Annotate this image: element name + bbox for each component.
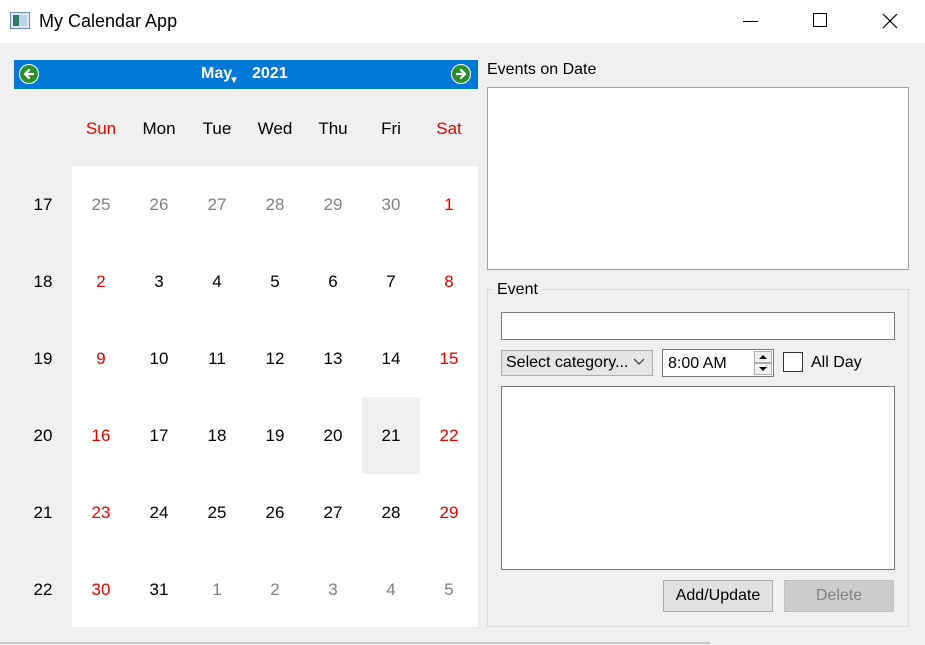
category-select[interactable]: Select category... xyxy=(501,350,653,376)
weekday-header: Wed xyxy=(257,119,293,138)
day-cell[interactable]: 1 xyxy=(420,166,478,243)
caret-up-icon xyxy=(759,355,767,359)
window-bottom-edge xyxy=(0,642,710,644)
day-cell[interactable]: 25 xyxy=(188,474,246,551)
event-group-title: Event xyxy=(493,281,542,299)
chevron-down-icon xyxy=(633,358,645,365)
day-cell[interactable]: 30 xyxy=(362,166,420,243)
minimize-icon xyxy=(743,21,758,22)
close-icon xyxy=(882,13,898,29)
day-grid: 25 26 27 28 29 30 1 2 3 4 5 6 7 8 9 10 1… xyxy=(72,166,478,627)
weekday-header: Thu xyxy=(318,119,348,138)
year-selector[interactable]: 2021 xyxy=(252,65,288,83)
day-cell[interactable]: 4 xyxy=(188,243,246,320)
weekday-header: Fri xyxy=(381,119,401,138)
weekday-header: Sun xyxy=(85,119,117,138)
day-cell[interactable]: 7 xyxy=(362,243,420,320)
week-number: 22 xyxy=(33,580,53,599)
day-cell[interactable]: 6 xyxy=(304,243,362,320)
day-cell[interactable]: 11 xyxy=(188,320,246,397)
day-cell[interactable]: 9 xyxy=(72,320,130,397)
calendar-grid: Sun Mon Tue Wed Thu Fri Sat 17 18 19 20 … xyxy=(14,89,478,627)
day-cell[interactable]: 29 xyxy=(304,166,362,243)
day-cell[interactable]: 8 xyxy=(420,243,478,320)
day-cell[interactable]: 3 xyxy=(304,551,362,628)
weekday-header: Sat xyxy=(436,119,462,138)
day-cell[interactable]: 24 xyxy=(130,474,188,551)
spin-up-button[interactable] xyxy=(754,351,772,363)
previous-month-button[interactable] xyxy=(19,64,39,84)
category-value: Select category... xyxy=(506,354,629,371)
day-cell[interactable]: 22 xyxy=(420,397,478,474)
day-cell[interactable]: 19 xyxy=(246,397,304,474)
day-cell[interactable]: 14 xyxy=(362,320,420,397)
day-cell[interactable]: 3 xyxy=(130,243,188,320)
day-cell[interactable]: 28 xyxy=(362,474,420,551)
day-cell[interactable]: 27 xyxy=(188,166,246,243)
day-cell[interactable]: 20 xyxy=(304,397,362,474)
week-number: 21 xyxy=(33,503,53,522)
day-cell[interactable]: 23 xyxy=(72,474,130,551)
close-button[interactable] xyxy=(855,0,925,43)
day-cell[interactable]: 10 xyxy=(130,320,188,397)
window-title: My Calendar App xyxy=(39,11,178,31)
events-on-date-label: Events on Date xyxy=(487,61,597,78)
week-number: 18 xyxy=(33,272,53,291)
day-cell[interactable]: 12 xyxy=(246,320,304,397)
day-cell[interactable]: 2 xyxy=(72,243,130,320)
day-cell[interactable]: 1 xyxy=(188,551,246,628)
delete-button[interactable]: Delete xyxy=(784,580,894,612)
day-cell[interactable]: 31 xyxy=(130,551,188,628)
day-cell[interactable]: 26 xyxy=(246,474,304,551)
day-cell[interactable]: 28 xyxy=(246,166,304,243)
maximize-icon xyxy=(813,13,827,27)
day-cell[interactable]: 26 xyxy=(130,166,188,243)
event-notes-textarea[interactable] xyxy=(501,386,895,570)
month-dropdown-icon: ▼ xyxy=(229,75,239,86)
title-bar: My Calendar App xyxy=(0,0,925,43)
minimize-button[interactable] xyxy=(715,0,785,43)
arrow-right-icon xyxy=(455,68,467,80)
day-cell[interactable]: 4 xyxy=(362,551,420,628)
week-number: 20 xyxy=(33,426,53,445)
events-list[interactable] xyxy=(487,87,909,270)
next-month-button[interactable] xyxy=(451,64,471,84)
event-title-input[interactable] xyxy=(501,312,895,340)
day-cell[interactable]: 13 xyxy=(304,320,362,397)
calendar-header: May ▼ 2021 xyxy=(14,60,478,89)
day-cell[interactable]: 16 xyxy=(72,397,130,474)
day-cell[interactable]: 5 xyxy=(420,551,478,628)
day-cell[interactable]: 15 xyxy=(420,320,478,397)
day-cell[interactable]: 29 xyxy=(420,474,478,551)
day-cell[interactable]: 5 xyxy=(246,243,304,320)
day-cell[interactable]: 18 xyxy=(188,397,246,474)
week-number: 19 xyxy=(33,349,53,368)
day-cell[interactable]: 30 xyxy=(72,551,130,628)
selected-day-cell[interactable]: 21 xyxy=(362,397,420,474)
day-cell[interactable]: 25 xyxy=(72,166,130,243)
spin-down-button[interactable] xyxy=(754,363,772,375)
add-update-button[interactable]: Add/Update xyxy=(663,580,773,612)
time-value: 8:00 AM xyxy=(668,355,727,372)
all-day-label[interactable]: All Day xyxy=(811,354,862,372)
week-number: 17 xyxy=(33,195,53,214)
weekday-header: Mon xyxy=(142,119,176,138)
maximize-button[interactable] xyxy=(785,0,855,43)
caret-down-icon xyxy=(759,367,767,371)
day-cell[interactable]: 27 xyxy=(304,474,362,551)
time-spinbox[interactable]: 8:00 AM xyxy=(662,349,774,377)
app-icon xyxy=(10,12,30,29)
day-cell[interactable]: 2 xyxy=(246,551,304,628)
arrow-left-icon xyxy=(23,68,35,80)
all-day-checkbox[interactable] xyxy=(783,352,803,372)
weekday-header: Tue xyxy=(202,119,232,138)
month-selector[interactable]: May xyxy=(201,65,232,83)
day-cell[interactable]: 17 xyxy=(130,397,188,474)
